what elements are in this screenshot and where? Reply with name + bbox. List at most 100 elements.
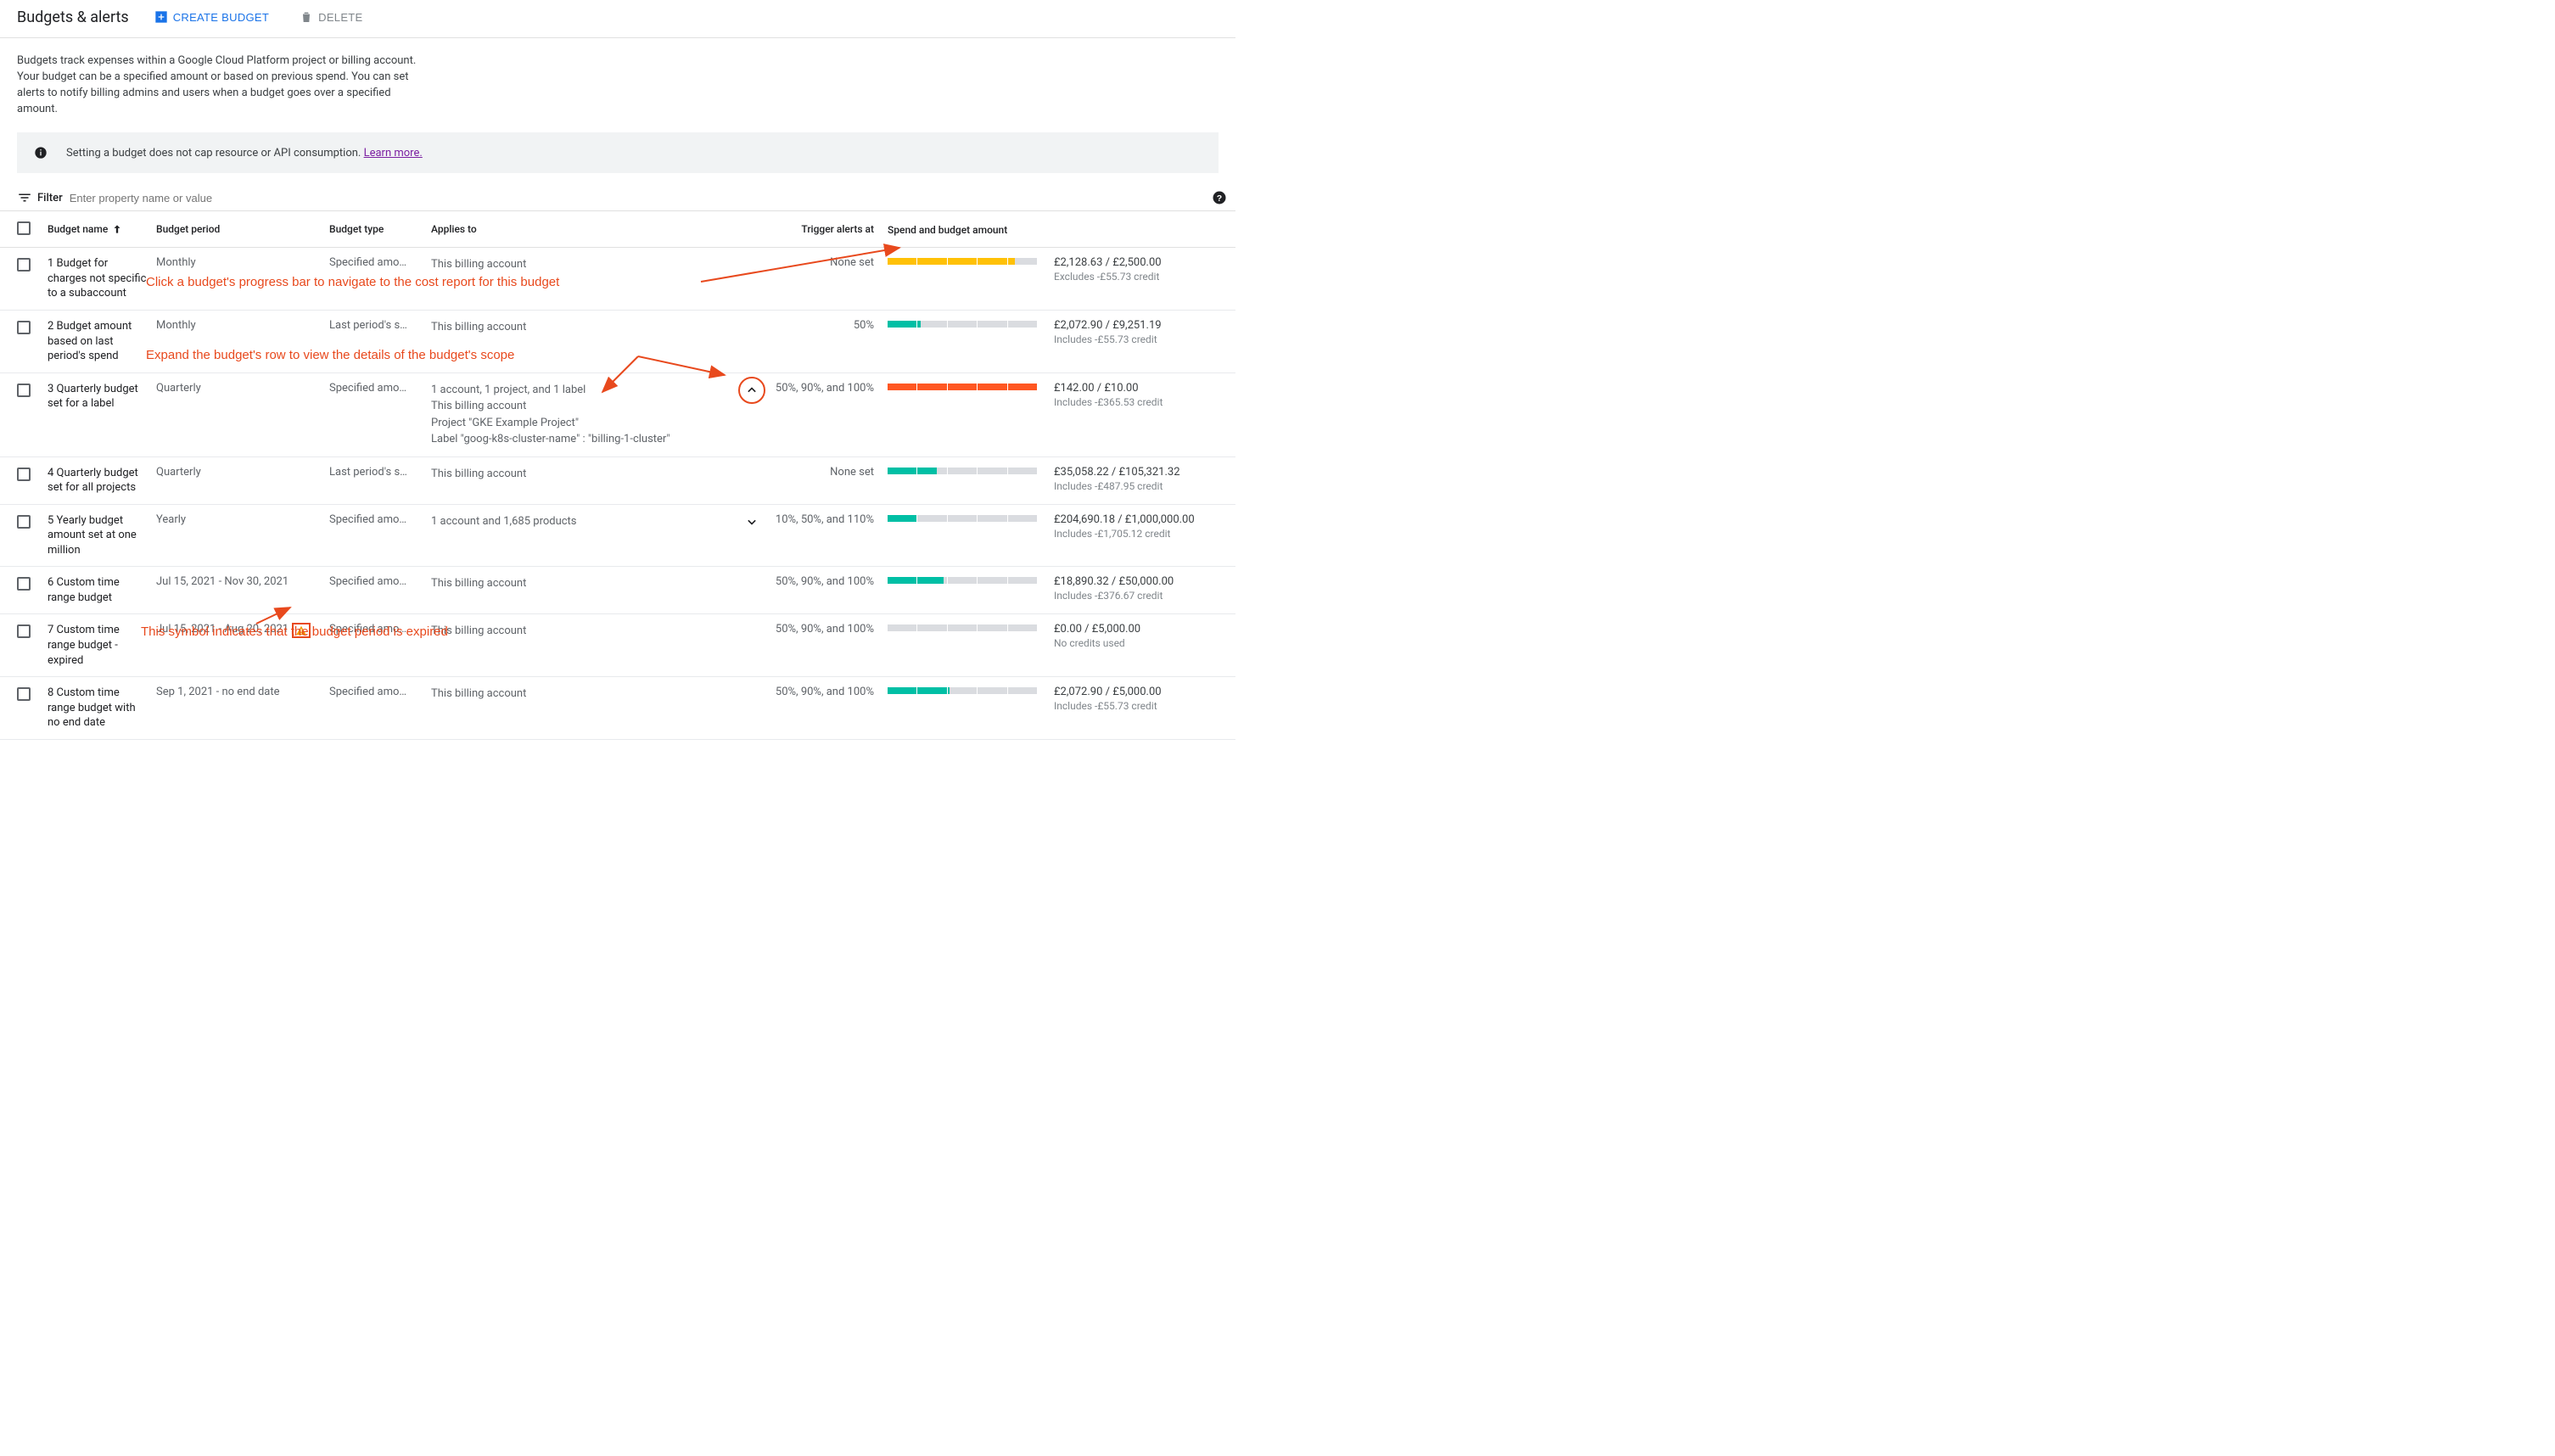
- spend-credit-note: Includes -£1,705.12 credit: [1054, 528, 1207, 540]
- trigger-alerts: 50%, 90%, and 100%: [770, 382, 888, 395]
- spend-progress-bar[interactable]: [888, 624, 1037, 631]
- row-checkbox[interactable]: [17, 258, 31, 272]
- applies-line: This billing account: [431, 623, 770, 640]
- spend-amount: £0.00 / £5,000.00: [1054, 623, 1207, 636]
- trash-icon: [300, 10, 313, 24]
- page-header: Budgets & alerts CREATE BUDGET DELETE: [0, 0, 1235, 38]
- row-checkbox[interactable]: [17, 468, 31, 481]
- spend-progress-bar[interactable]: [888, 258, 1037, 265]
- applies-to: This billing account: [431, 319, 770, 336]
- collapse-button[interactable]: [742, 380, 762, 400]
- info-icon: [34, 146, 48, 160]
- trigger-alerts: 50%, 90%, and 100%: [770, 623, 888, 636]
- page-title: Budgets & alerts: [17, 8, 129, 26]
- budget-type: Specified amo…: [329, 513, 431, 526]
- help-icon[interactable]: ?: [1212, 190, 1227, 205]
- budget-type: Specified amo…: [329, 623, 431, 636]
- applies-to: This billing account: [431, 686, 770, 703]
- budget-name: 2 Budget amount based on last period's s…: [48, 319, 156, 364]
- spend-amount: £142.00 / £10.00: [1054, 382, 1207, 395]
- create-budget-button[interactable]: CREATE BUDGET: [149, 7, 274, 27]
- trigger-alerts: 50%, 90%, and 100%: [770, 575, 888, 588]
- budget-name: 3 Quarterly budget set for a label: [48, 382, 156, 412]
- trigger-alerts: 50%, 90%, and 100%: [770, 686, 888, 698]
- budget-type: Specified amo…: [329, 575, 431, 588]
- create-budget-label: CREATE BUDGET: [173, 11, 269, 24]
- applies-line: This billing account: [431, 686, 770, 703]
- info-banner: Setting a budget does not cap resource o…: [17, 132, 1219, 173]
- row-checkbox[interactable]: [17, 384, 31, 397]
- spend-amount: £35,058.22 / £105,321.32: [1054, 466, 1207, 479]
- table-row[interactable]: 6 Custom time range budgetJul 15, 2021 -…: [0, 567, 1235, 614]
- trigger-alerts: 10%, 50%, and 110%: [770, 513, 888, 526]
- applies-line: 1 account, 1 project, and 1 label: [431, 382, 770, 399]
- svg-text:?: ?: [1217, 193, 1222, 204]
- sort-asc-icon: [111, 223, 123, 235]
- spend-amount: £18,890.32 / £50,000.00: [1054, 575, 1207, 588]
- trigger-alerts: None set: [770, 466, 888, 479]
- applies-line: This billing account: [431, 256, 770, 273]
- table-row[interactable]: 2 Budget amount based on last period's s…: [0, 311, 1235, 373]
- filter-label: Filter: [17, 190, 63, 205]
- col-header-spend[interactable]: Spend and budget amount: [888, 222, 1054, 236]
- table-row[interactable]: 8 Custom time range budget with no end d…: [0, 677, 1235, 740]
- expand-button[interactable]: [742, 512, 762, 532]
- page-description: Budgets track expenses within a Google C…: [0, 38, 441, 117]
- col-header-period[interactable]: Budget period: [156, 223, 329, 235]
- learn-more-link[interactable]: Learn more.: [364, 147, 423, 160]
- select-all-checkbox[interactable]: [17, 221, 31, 235]
- row-checkbox[interactable]: [17, 624, 31, 638]
- spend-amount: £2,072.90 / £9,251.19: [1054, 319, 1207, 332]
- col-header-applies[interactable]: Applies to: [431, 223, 770, 235]
- filter-input[interactable]: [70, 192, 1219, 204]
- spend-credit-note: Includes -£55.73 credit: [1054, 700, 1207, 712]
- spend-credit-note: No credits used: [1054, 637, 1207, 649]
- budget-name: 6 Custom time range budget: [48, 575, 156, 605]
- applies-line: This billing account: [431, 466, 770, 483]
- col-header-trigger[interactable]: Trigger alerts at: [770, 223, 888, 235]
- row-checkbox[interactable]: [17, 321, 31, 334]
- trigger-alerts: None set: [770, 256, 888, 269]
- applies-to: This billing account: [431, 256, 770, 273]
- table-row[interactable]: 7 Custom time range budget - expiredJul …: [0, 614, 1235, 677]
- filter-bar: Filter ?: [0, 185, 1235, 210]
- spend-credit-note: Includes -£365.53 credit: [1054, 396, 1207, 408]
- table-row[interactable]: 5 Yearly budget amount set at one millio…: [0, 505, 1235, 568]
- budget-period: Sep 1, 2021 - no end date: [156, 686, 329, 698]
- applies-to: 1 account and 1,685 products: [431, 513, 770, 530]
- budget-name: 4 Quarterly budget set for all projects: [48, 466, 156, 496]
- spend-amount: £2,072.90 / £5,000.00: [1054, 686, 1207, 698]
- spend-progress-bar[interactable]: [888, 515, 1037, 522]
- spend-progress-bar[interactable]: [888, 468, 1037, 474]
- trigger-alerts: 50%: [770, 319, 888, 332]
- budget-period: Yearly: [156, 513, 329, 526]
- row-checkbox[interactable]: [17, 687, 31, 701]
- row-checkbox[interactable]: [17, 515, 31, 529]
- spend-progress-bar[interactable]: [888, 577, 1037, 584]
- spend-amount: £2,128.63 / £2,500.00: [1054, 256, 1207, 269]
- budget-name: 7 Custom time range budget - expired: [48, 623, 156, 668]
- table-row[interactable]: 4 Quarterly budget set for all projectsQ…: [0, 457, 1235, 505]
- applies-to: This billing account: [431, 466, 770, 483]
- budget-type: Specified amo…: [329, 382, 431, 395]
- budget-period: Monthly: [156, 256, 329, 269]
- table-header: Budget name Budget period Budget type Ap…: [0, 210, 1235, 248]
- applies-line: This billing account: [431, 575, 770, 592]
- spend-progress-bar[interactable]: [888, 321, 1037, 328]
- budget-type: Last period's s…: [329, 319, 431, 332]
- table-row[interactable]: 3 Quarterly budget set for a labelQuarte…: [0, 373, 1235, 457]
- col-header-name[interactable]: Budget name: [48, 223, 156, 235]
- budget-name: 1 Budget for charges not specific to a s…: [48, 256, 156, 301]
- spend-progress-bar[interactable]: [888, 384, 1037, 390]
- col-header-type[interactable]: Budget type: [329, 223, 431, 235]
- applies-to: This billing account: [431, 575, 770, 592]
- applies-to: This billing account: [431, 623, 770, 640]
- applies-to: 1 account, 1 project, and 1 labelThis bi…: [431, 382, 770, 448]
- delete-button[interactable]: DELETE: [294, 7, 367, 27]
- row-checkbox[interactable]: [17, 577, 31, 591]
- table-row[interactable]: 1 Budget for charges not specific to a s…: [0, 248, 1235, 311]
- spend-progress-bar[interactable]: [888, 687, 1037, 694]
- applies-line: This billing account: [431, 398, 770, 415]
- budget-period: Monthly: [156, 319, 329, 332]
- budget-type: Last period's s…: [329, 466, 431, 479]
